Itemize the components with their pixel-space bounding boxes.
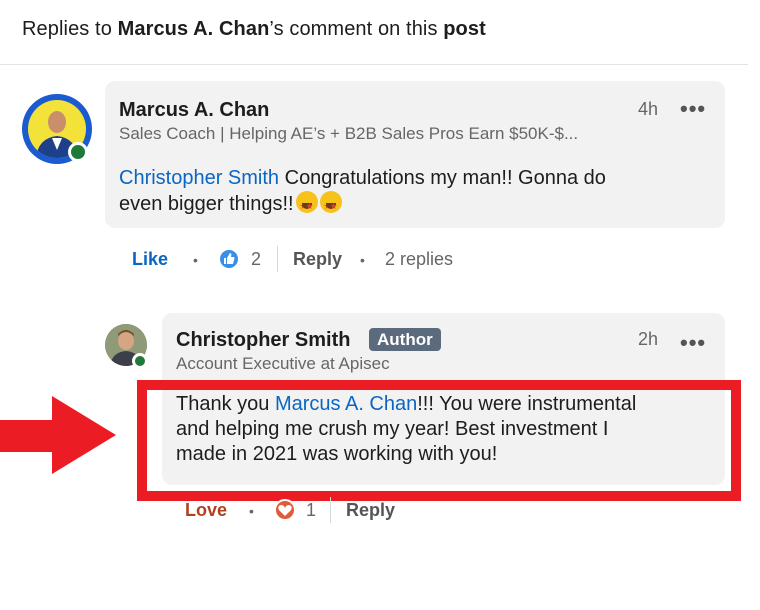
header-post-link[interactable]: post bbox=[443, 18, 486, 40]
replies-count-link[interactable]: 2 replies bbox=[385, 249, 453, 270]
header-divider bbox=[0, 64, 748, 65]
reply-button[interactable]: Reply bbox=[293, 249, 342, 270]
comment-author-name[interactable]: Marcus A. Chan bbox=[119, 99, 269, 122]
love-button[interactable]: Love bbox=[185, 500, 227, 521]
reply-button[interactable]: Reply bbox=[346, 500, 395, 521]
separator-dot: • bbox=[360, 252, 365, 268]
reply-author-headline: Account Executive at Apisec bbox=[176, 354, 390, 373]
reaction-count[interactable]: 2 bbox=[251, 249, 261, 270]
online-status-icon bbox=[132, 353, 148, 369]
comment-text: Christopher Smith Congratulations my man… bbox=[119, 166, 709, 219]
comment-author-headline: Sales Coach | Helping AE’s + B2B Sales P… bbox=[119, 124, 579, 143]
author-badge: Author bbox=[369, 328, 441, 351]
highlight-box bbox=[137, 380, 741, 501]
header-author[interactable]: Marcus A. Chan bbox=[118, 18, 270, 40]
mention-link[interactable]: Christopher Smith bbox=[119, 167, 279, 189]
action-divider bbox=[330, 497, 331, 523]
star-struck-emoji-icon bbox=[319, 191, 342, 219]
page-header: Replies to Marcus A. Chan’s comment on t… bbox=[22, 18, 486, 41]
love-reaction-icon[interactable] bbox=[274, 499, 296, 521]
reply-timestamp: 2h bbox=[638, 329, 659, 349]
reaction-count[interactable]: 1 bbox=[306, 500, 316, 521]
separator-dot: • bbox=[193, 252, 198, 268]
action-divider bbox=[277, 246, 278, 272]
more-options-icon[interactable]: ••• bbox=[680, 330, 706, 356]
reply-author-name[interactable]: Christopher Smith bbox=[176, 329, 350, 352]
header-middle: ’s comment on this bbox=[269, 18, 444, 40]
online-status-icon bbox=[68, 142, 88, 162]
comment-timestamp: 4h bbox=[638, 99, 659, 119]
header-prefix: Replies to bbox=[22, 18, 118, 40]
like-button[interactable]: Like bbox=[132, 249, 168, 270]
more-options-icon[interactable]: ••• bbox=[680, 96, 706, 122]
like-reaction-icon[interactable] bbox=[218, 248, 240, 270]
separator-dot: • bbox=[249, 503, 254, 519]
star-struck-emoji-icon bbox=[295, 191, 318, 219]
red-arrow-icon bbox=[0, 396, 116, 474]
